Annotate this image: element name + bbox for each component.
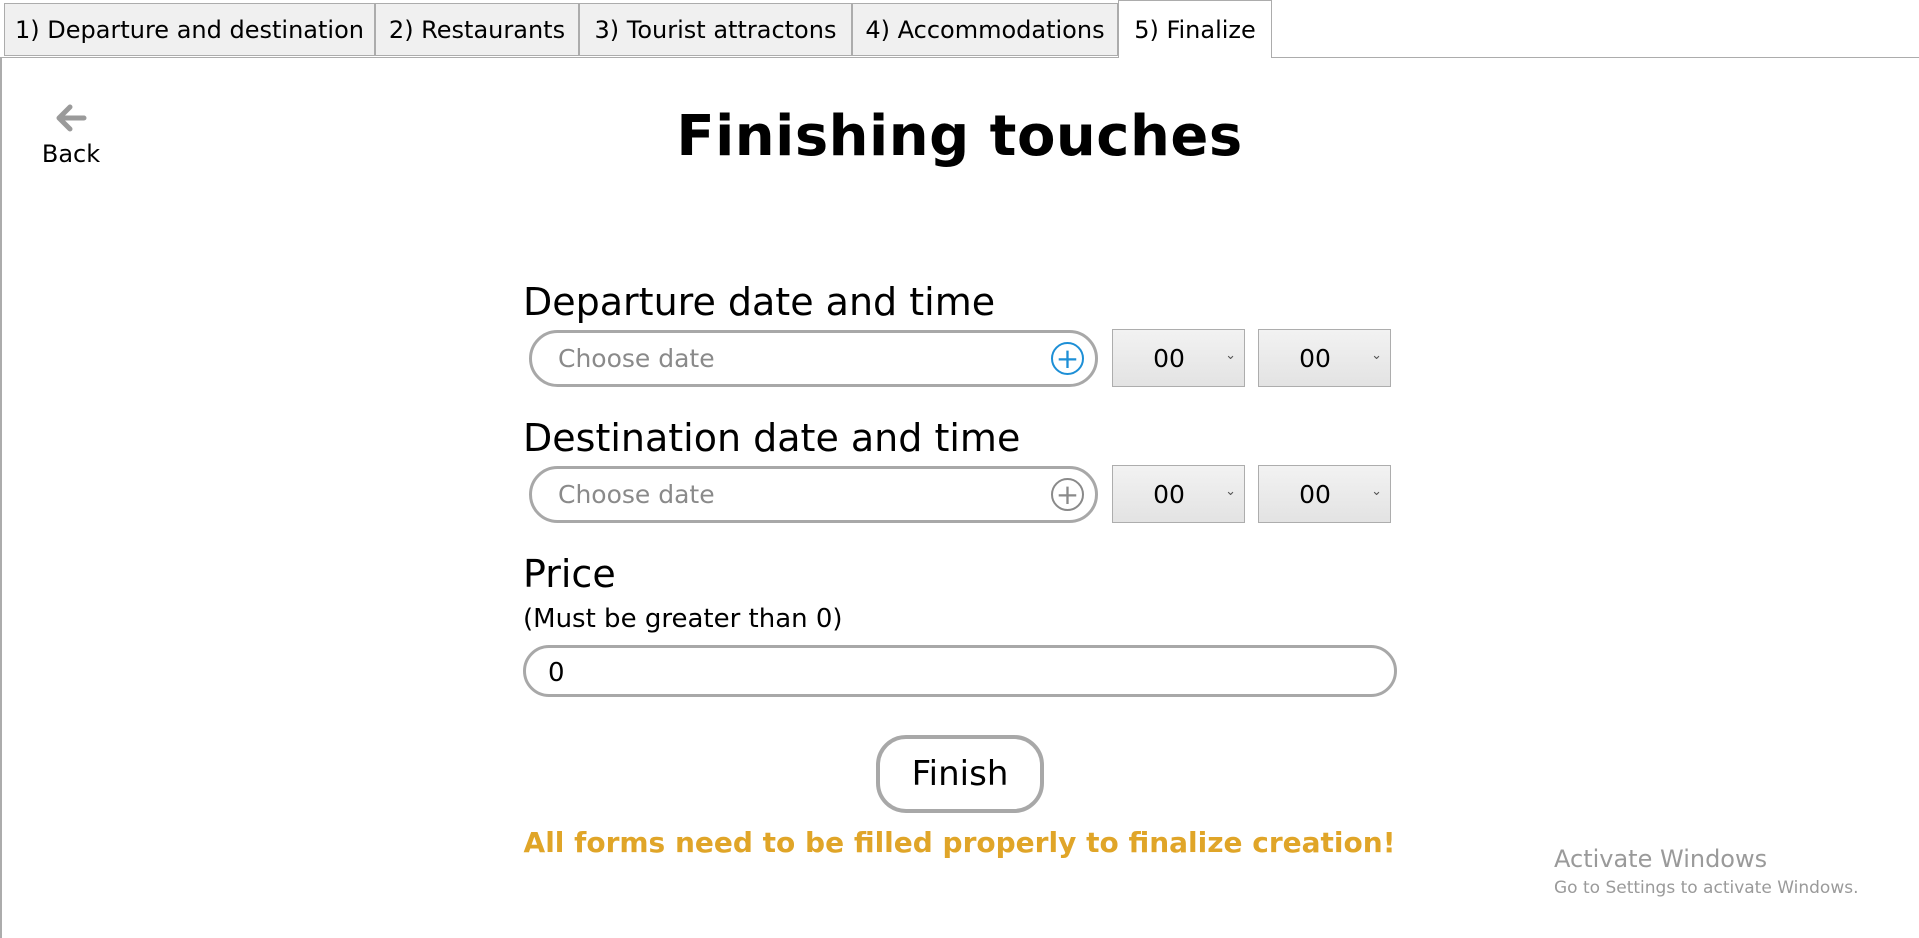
tab-label: 1) Departure and destination [15, 15, 364, 44]
activate-windows-title: Activate Windows [1554, 845, 1768, 873]
tab-departure-destination[interactable]: 1) Departure and destination [4, 3, 375, 56]
destination-hour-select[interactable]: 00 ⌄ [1112, 465, 1245, 523]
chevron-down-icon: ⌄ [1371, 348, 1382, 363]
activate-windows-subtitle: Go to Settings to activate Windows. [1554, 878, 1859, 898]
chevron-down-icon: ⌄ [1225, 348, 1236, 363]
price-label: Price [523, 552, 616, 596]
finish-label: Finish [911, 754, 1009, 794]
tab-label: 2) Restaurants [388, 15, 566, 44]
finish-button[interactable]: Finish [876, 735, 1044, 813]
tab-label: 4) Accommodations [865, 15, 1105, 44]
destination-date-placeholder: Choose date [558, 480, 715, 509]
destination-hour-value: 00 [1153, 480, 1185, 509]
destination-date-picker[interactable]: Choose date + [529, 466, 1098, 523]
plus-circle-icon[interactable]: + [1051, 478, 1084, 511]
price-hint: (Must be greater than 0) [523, 604, 843, 634]
plus-circle-icon[interactable]: + [1051, 342, 1084, 375]
departure-label: Departure date and time [523, 280, 996, 324]
tab-bar: 1) Departure and destination 2) Restaura… [0, 0, 1919, 58]
tab-label: 3) Tourist attractons [594, 15, 837, 44]
departure-date-placeholder: Choose date [558, 344, 715, 373]
page-title: Finishing touches [676, 104, 1243, 169]
destination-label: Destination date and time [523, 416, 1021, 460]
chevron-down-icon: ⌄ [1225, 484, 1236, 499]
tab-accommodations[interactable]: 4) Accommodations [852, 3, 1118, 56]
departure-minute-select[interactable]: 00 ⌄ [1258, 329, 1391, 387]
tab-tourist-attractions[interactable]: 3) Tourist attractons [579, 3, 852, 56]
departure-hour-value: 00 [1153, 344, 1185, 373]
destination-minute-select[interactable]: 00 ⌄ [1258, 465, 1391, 523]
departure-hour-select[interactable]: 00 ⌄ [1112, 329, 1245, 387]
departure-minute-value: 00 [1299, 344, 1331, 373]
tab-finalize[interactable]: 5) Finalize [1118, 0, 1272, 58]
tab-restaurants[interactable]: 2) Restaurants [375, 3, 579, 56]
destination-minute-value: 00 [1299, 480, 1331, 509]
departure-date-picker[interactable]: Choose date + [529, 330, 1098, 387]
price-value: 0 [548, 658, 565, 688]
chevron-down-icon: ⌄ [1371, 484, 1382, 499]
tab-label: 5) Finalize [1134, 15, 1256, 44]
price-input[interactable]: 0 [523, 645, 1397, 697]
